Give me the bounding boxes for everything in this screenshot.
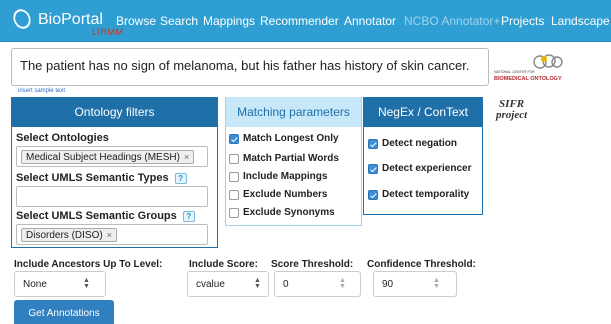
stepper-arrows-icon[interactable]: ▲ ▼ <box>433 277 440 290</box>
insert-sample-text-link[interactable]: insert sample text <box>18 88 65 94</box>
get-annotations-button[interactable]: Get Annotations <box>14 300 114 324</box>
ncbo-title: BIOMEDICAL ONTOLOGY <box>494 76 562 82</box>
stepper-arrows-icon[interactable]: ▲ ▼ <box>339 277 346 290</box>
group-tag: Disorders (DISO) × <box>21 228 117 242</box>
top-navbar: BioPortal LIRMM Browse Search Mappings R… <box>0 0 611 42</box>
include-score-value: cvalue <box>196 279 225 290</box>
select-ontologies-label: Select Ontologies <box>16 132 109 144</box>
match-partial-words-checkbox[interactable]: Match Partial Words <box>229 153 339 164</box>
ncbo-rings-icon <box>533 54 563 69</box>
checkbox-label: Match Longest Only <box>243 133 339 144</box>
confidence-threshold-input[interactable]: 90 ▲ ▼ <box>373 271 457 297</box>
nav-search[interactable]: Search <box>160 14 198 28</box>
exclude-synonyms-checkbox[interactable]: Exclude Synonyms <box>229 207 335 218</box>
remove-ontology-icon[interactable]: × <box>184 152 189 162</box>
nav-projects[interactable]: Projects <box>501 14 544 28</box>
detect-temporality-checkbox[interactable]: Detect temporality <box>368 189 469 200</box>
checkbox-box[interactable] <box>229 153 239 164</box>
detect-experiencer-checkbox[interactable]: Detect experiencer <box>368 163 472 174</box>
sifr-logo-line2: project <box>496 109 528 121</box>
ancestors-level-select[interactable]: None ▲ ▼ <box>14 271 106 297</box>
nav-landscape[interactable]: Landscape <box>551 14 610 28</box>
checkbox-label: Match Partial Words <box>243 153 339 164</box>
match-longest-only-checkbox[interactable]: Match Longest Only <box>229 133 339 144</box>
nav-ncbo-annotator-plus[interactable]: NCBO Annotator+ <box>404 14 500 28</box>
updown-arrow-icon: ▲ ▼ <box>254 277 261 290</box>
checkbox-label: Detect experiencer <box>382 163 472 174</box>
confidence-threshold-label: Confidence Threshold: <box>367 259 476 270</box>
ontology-select-input[interactable]: Medical Subject Headings (MESH) × <box>16 146 208 167</box>
exclude-numbers-checkbox[interactable]: Exclude Numbers <box>229 189 327 200</box>
ontology-tag: Medical Subject Headings (MESH) × <box>21 150 195 164</box>
checkbox-box[interactable] <box>368 138 378 149</box>
annotation-text-input[interactable]: The patient has no sign of melanoma, but… <box>11 48 489 86</box>
score-threshold-input[interactable]: 0 ▲ ▼ <box>274 271 361 297</box>
semantic-groups-input[interactable]: Disorders (DISO) × <box>16 224 208 245</box>
ontology-tag-label: Medical Subject Headings (MESH) <box>26 152 180 163</box>
ontology-filters-header: Ontology filters <box>12 97 217 127</box>
group-tag-label: Disorders (DISO) <box>26 230 103 241</box>
remove-group-icon[interactable]: × <box>107 230 112 240</box>
checkbox-label: Include Mappings <box>243 171 328 182</box>
score-threshold-value: 0 <box>283 279 289 290</box>
include-score-label: Include Score: <box>189 259 258 270</box>
negex-context-header: NegEx / ConText <box>364 97 482 127</box>
score-threshold-label: Score Threshold: <box>271 259 354 270</box>
checkbox-box[interactable] <box>229 133 239 144</box>
bioportal-logo-icon[interactable] <box>10 6 34 32</box>
semantic-groups-help-icon[interactable]: ? <box>182 210 195 222</box>
ncbo-caption: NATIONAL CENTER FOR <box>494 70 535 74</box>
checkbox-label: Detect negation <box>382 138 458 149</box>
updown-arrow-icon: ▲ ▼ <box>83 277 90 290</box>
checkbox-box[interactable] <box>368 189 378 200</box>
nav-browse[interactable]: Browse <box>116 14 156 28</box>
checkbox-label: Exclude Synonyms <box>243 207 335 218</box>
ncbo-logo: NATIONAL CENTER FOR BIOMEDICAL ONTOLOGY <box>494 52 564 90</box>
include-score-select[interactable]: cvalue ▲ ▼ <box>187 271 269 297</box>
semantic-types-help-icon[interactable]: ? <box>174 172 187 184</box>
ancestors-level-label: Include Ancestors Up To Level: <box>14 259 163 270</box>
confidence-threshold-value: 90 <box>382 279 394 290</box>
nav-mappings[interactable]: Mappings <box>203 14 255 28</box>
checkbox-box[interactable] <box>368 163 378 174</box>
brand-subtitle: LIRMM <box>92 27 124 37</box>
semantic-types-label: Select UMLS Semantic Types? <box>16 172 187 184</box>
semantic-types-input[interactable] <box>16 186 208 207</box>
nav-annotator[interactable]: Annotator <box>344 14 396 28</box>
matching-parameters-header: Matching parameters <box>226 97 361 127</box>
semantic-groups-label: Select UMLS Semantic Groups? <box>16 210 195 222</box>
detect-negation-checkbox[interactable]: Detect negation <box>368 138 457 149</box>
checkbox-label: Detect temporality <box>382 189 470 200</box>
sifr-project-logo: SIFR project <box>496 99 527 121</box>
checkbox-box[interactable] <box>229 207 239 218</box>
nav-recommender[interactable]: Recommender <box>260 14 339 28</box>
include-mappings-checkbox[interactable]: Include Mappings <box>229 171 327 182</box>
ancestors-level-value: None <box>23 279 47 290</box>
checkbox-box[interactable] <box>229 189 239 200</box>
checkbox-label: Exclude Numbers <box>243 189 328 200</box>
checkbox-box[interactable] <box>229 171 239 182</box>
